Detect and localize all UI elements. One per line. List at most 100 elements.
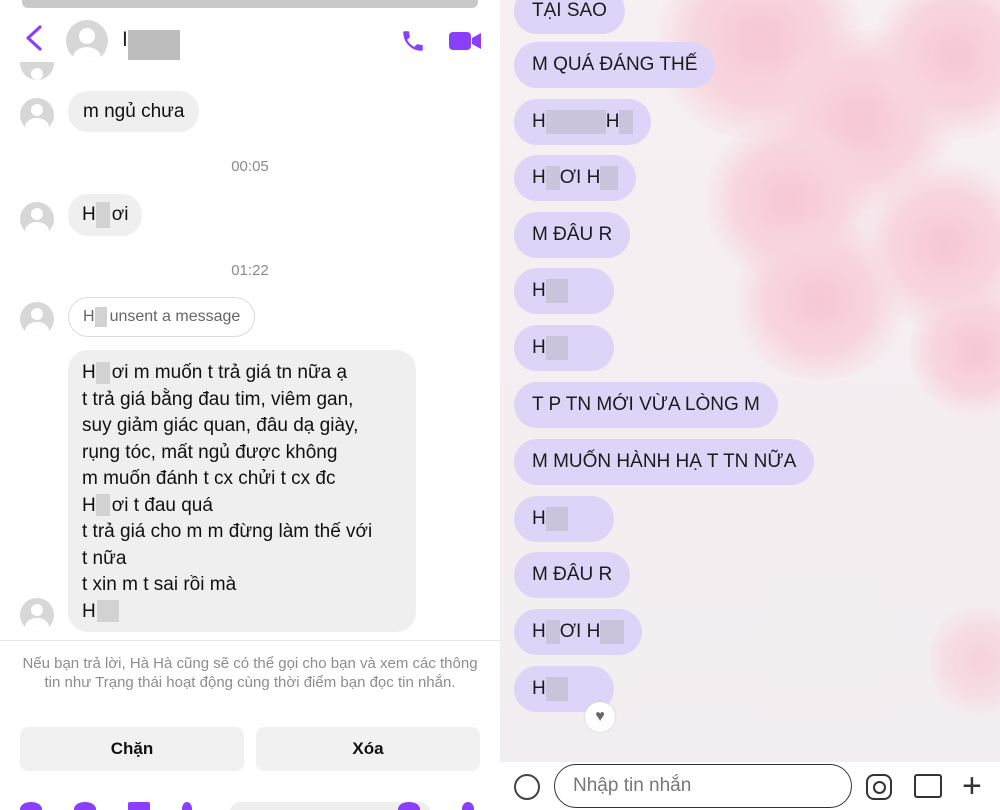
name-redaction	[95, 361, 110, 384]
timestamp: 00:05	[231, 158, 269, 175]
name-redaction	[619, 109, 634, 134]
message-prefix: H	[82, 204, 96, 225]
name-redaction	[545, 278, 568, 303]
name-redaction	[545, 165, 560, 190]
message-text: ƠI H	[559, 167, 601, 188]
chevron-left-icon[interactable]	[24, 24, 44, 52]
message-bubble[interactable]: M MUỐN HÀNH HẠ T TN NỮA	[514, 439, 815, 485]
message-bubble[interactable]: H	[514, 325, 614, 371]
message-bubble[interactable]: H ƠI H	[514, 155, 637, 201]
name-redaction	[545, 335, 568, 360]
block-button[interactable]: Chặn	[20, 727, 244, 771]
message-text: ơi m muốn t trả giá tn nữa ạ	[111, 362, 348, 383]
message-bubble[interactable]: Hơi	[68, 194, 143, 236]
message-text: ơi t đau quá	[111, 494, 213, 516]
message-text: ơi	[111, 204, 129, 225]
message-prefix: H	[532, 508, 546, 529]
avatar	[20, 202, 54, 236]
blossom-decoration	[930, 600, 1000, 720]
right-screenshot: TẠI SAO M QUÁ ĐÁNG THẾ HH H ƠI H M ĐÂU R …	[500, 0, 1000, 810]
message-prefix: H	[82, 362, 96, 383]
message-bubble[interactable]: HH	[514, 99, 652, 145]
message-prefix: H	[82, 494, 96, 516]
message-line: H	[82, 599, 402, 626]
name-redaction	[545, 109, 606, 134]
message-prefix: H	[532, 678, 546, 699]
message-prefix: H	[82, 600, 96, 622]
message-text: TẠI SAO	[532, 0, 607, 21]
plus-icon[interactable]: +	[962, 766, 982, 806]
unsent-notice: Hunsent a message	[68, 297, 256, 337]
camera-icon[interactable]	[20, 802, 42, 810]
message-line: t trả giá cho m m đừng làm thế với	[82, 521, 373, 542]
message-prefix: H	[83, 308, 95, 325]
message-line: t trả giá bằng đau tim, viêm gan,	[82, 388, 354, 410]
avatar-partial	[20, 62, 54, 80]
video-call-icon[interactable]	[448, 30, 482, 52]
message-line: Hơi m muốn t trả giá tn nữa ạ	[82, 360, 402, 387]
name-redaction	[545, 619, 560, 644]
delete-button[interactable]: Xóa	[256, 727, 480, 771]
like-icon[interactable]	[462, 802, 474, 810]
message-bubble[interactable]: M ĐÂU R	[514, 212, 631, 258]
message-line: t xin m t sai rồi mà	[82, 574, 237, 595]
message-line: m muốn đánh t cx chửi t cx đc	[82, 468, 336, 489]
chat-header: I	[0, 10, 500, 72]
message-text: unsent a message	[109, 308, 241, 325]
name-redaction	[600, 619, 625, 644]
message-text: m ngủ chưa	[83, 101, 185, 122]
blossom-decoration	[730, 220, 910, 380]
name-redaction	[94, 306, 107, 327]
name-redaction	[128, 30, 180, 60]
emoji-icon[interactable]	[514, 774, 540, 800]
name-redaction	[96, 600, 119, 623]
message-bubble[interactable]: Hơi m muốn t trả giá tn nữa ạ t trả giá …	[68, 350, 416, 632]
status-strip	[22, 0, 478, 8]
image-icon[interactable]	[128, 802, 150, 810]
message-bubble[interactable]: T P TN MỚI VỪA LÒNG M	[514, 382, 778, 428]
message-text: ƠI H	[559, 621, 601, 642]
gallery-icon[interactable]	[74, 802, 96, 810]
message-text: M ĐÂU R	[532, 224, 613, 245]
avatar[interactable]	[66, 20, 108, 62]
message-line: suy giảm giác quan, đâu dạ giày,	[82, 415, 359, 436]
avatar	[20, 598, 54, 632]
message-text: M QUÁ ĐÁNG THẾ	[532, 54, 698, 75]
message-line: t nữa	[82, 547, 127, 569]
message-line: rụng tóc, mất ngủ được không	[82, 441, 338, 463]
message-bubble[interactable]: H	[514, 496, 614, 542]
message-prefix: H	[532, 111, 546, 132]
name-redaction	[95, 201, 110, 228]
message-bubble[interactable]: M ĐÂU R	[514, 552, 631, 598]
message-bubble[interactable]: TẠI SAO	[514, 0, 625, 34]
message-prefix: H	[532, 337, 546, 358]
message-bubble[interactable]: M QUÁ ĐÁNG THẾ	[514, 42, 716, 88]
message-text: T P TN MỚI VỪA LÒNG M	[532, 394, 760, 415]
image-icon[interactable]	[914, 774, 942, 798]
emoji-icon[interactable]	[398, 802, 420, 810]
message-bubble[interactable]: H	[514, 268, 614, 314]
message-prefix: H	[532, 167, 546, 188]
left-screenshot: I m ngủ chưa 00:05 Hơi 01:22 Hunsent a m…	[0, 0, 500, 810]
message-text: M MUỐN HÀNH HẠ T TN NỮA	[532, 451, 797, 472]
name-redaction	[600, 165, 619, 190]
message-line: Hơi t đau quá	[82, 493, 402, 520]
bottom-toolbar	[0, 796, 500, 810]
avatar	[20, 98, 54, 132]
mic-icon[interactable]	[182, 802, 192, 810]
message-bubble[interactable]: H ƠI H	[514, 609, 643, 655]
phone-icon[interactable]	[400, 28, 426, 54]
timestamp: 01:22	[231, 262, 269, 279]
message-text: M ĐÂU R	[532, 564, 613, 585]
message-suffix: H	[605, 111, 620, 132]
heart-icon[interactable]: ♥	[585, 702, 615, 732]
instagram-icon[interactable]	[866, 774, 892, 800]
message-prefix: H	[532, 280, 546, 301]
message-bubble[interactable]: m ngủ chưa	[68, 91, 200, 132]
message-prefix: H	[532, 621, 546, 642]
name-redaction	[95, 494, 110, 517]
composer-bar: Nhập tin nhắn +	[500, 762, 1000, 810]
contact-name[interactable]: I	[122, 28, 128, 52]
name-redaction	[545, 676, 568, 701]
message-input[interactable]: Nhập tin nhắn	[554, 764, 852, 808]
